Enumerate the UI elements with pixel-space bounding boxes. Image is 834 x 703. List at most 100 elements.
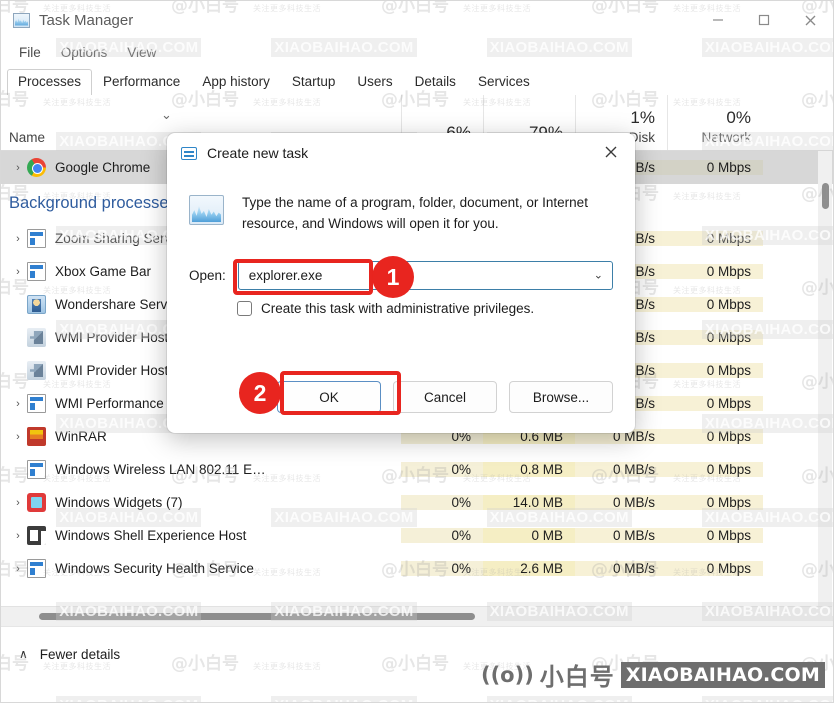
broadcast-icon: ((o)) bbox=[480, 662, 534, 687]
annotation-badge-1: 1 bbox=[372, 256, 414, 298]
dialog-close-icon[interactable] bbox=[593, 135, 629, 169]
fewer-details-label: Fewer details bbox=[39, 646, 121, 662]
wmi-icon bbox=[27, 361, 46, 380]
menu-item-options[interactable]: Options bbox=[53, 43, 116, 62]
cell-network: 0 Mbps bbox=[667, 561, 763, 576]
brand-name-cn: 小白号 bbox=[539, 663, 615, 691]
expand-chevron-icon[interactable]: › bbox=[9, 563, 27, 575]
new-task-icon bbox=[181, 146, 197, 160]
window-icon bbox=[27, 460, 46, 479]
cell-memory: 0 MB bbox=[483, 528, 575, 543]
process-name: WMI Provider Host bbox=[55, 330, 169, 345]
menu-item-view[interactable]: View bbox=[119, 43, 164, 62]
wmi-icon bbox=[27, 328, 46, 347]
open-label: Open: bbox=[189, 267, 226, 283]
wondershare-icon bbox=[27, 295, 46, 314]
tab-app-history[interactable]: App history bbox=[191, 69, 281, 95]
cell-disk: 0 MB/s bbox=[575, 561, 667, 576]
admin-privileges-checkbox[interactable] bbox=[237, 300, 252, 316]
table-row[interactable]: › Windows Wireless LAN 802.11 E… 0% 0.8 … bbox=[1, 453, 833, 486]
tab-processes[interactable]: Processes bbox=[7, 69, 93, 95]
cell-cpu: 0% bbox=[401, 495, 483, 510]
task-manager-icon bbox=[13, 12, 30, 28]
chevron-up-icon: ∧ bbox=[19, 647, 28, 661]
expand-chevron-icon[interactable]: › bbox=[9, 530, 27, 542]
menu-bar: File Options View bbox=[1, 39, 833, 65]
brand-name-en: XIAOBAIHAO.COM bbox=[620, 661, 825, 688]
cell-memory: 14.0 MB bbox=[483, 495, 575, 510]
column-pct-network: 0% bbox=[726, 108, 751, 128]
vertical-scrollbar-thumb[interactable] bbox=[822, 183, 829, 209]
process-name: WinRAR bbox=[55, 429, 107, 444]
cell-network: 0 Mbps bbox=[667, 297, 763, 312]
tab-services[interactable]: Services bbox=[467, 69, 541, 95]
process-name: WMI Provider Host bbox=[55, 363, 169, 378]
expand-chevron-icon[interactable]: › bbox=[9, 266, 27, 278]
column-header-network[interactable]: 0% Network bbox=[667, 95, 763, 150]
horizontal-scrollbar-thumb[interactable] bbox=[39, 613, 475, 620]
process-name: Google Chrome bbox=[55, 160, 151, 175]
tab-performance[interactable]: Performance bbox=[92, 69, 191, 95]
cell-cpu: 0% bbox=[401, 462, 483, 477]
cell-memory: 0.8 MB bbox=[483, 462, 575, 477]
cell-network: 0 Mbps bbox=[667, 429, 763, 444]
close-button[interactable] bbox=[787, 1, 833, 39]
expand-chevron-icon[interactable]: › bbox=[9, 398, 27, 410]
menu-item-file[interactable]: File bbox=[11, 43, 49, 62]
window-title: Task Manager bbox=[39, 11, 134, 29]
admin-privileges-row[interactable]: Create this task with administrative pri… bbox=[189, 300, 613, 316]
column-pct-disk: 1% bbox=[630, 108, 655, 128]
window-controls bbox=[695, 1, 833, 39]
tab-users[interactable]: Users bbox=[346, 69, 403, 95]
task-manager-window: Task Manager File Options View Processes… bbox=[0, 0, 834, 703]
brand-watermark: ((o)) 小白号 XIAOBAIHAO.COM bbox=[481, 657, 825, 692]
cell-disk: 0 MB/s bbox=[575, 528, 667, 543]
window-icon bbox=[27, 262, 46, 281]
chevron-down-icon[interactable]: ⌄ bbox=[594, 269, 603, 282]
cell-cpu: 0% bbox=[401, 561, 483, 576]
maximize-button[interactable] bbox=[741, 1, 787, 39]
process-name: Windows Shell Experience Host bbox=[55, 528, 247, 543]
tab-details[interactable]: Details bbox=[404, 69, 467, 95]
table-row[interactable]: › Windows Security Health Service 0% 2.6… bbox=[1, 552, 833, 585]
table-row[interactable]: › Windows Widgets (7) 0% 14.0 MB 0 MB/s … bbox=[1, 486, 833, 519]
process-name: Xbox Game Bar bbox=[55, 264, 152, 279]
dialog-description: Type the name of a program, folder, docu… bbox=[242, 195, 588, 231]
process-name: Windows Wireless LAN 802.11 E… bbox=[55, 462, 266, 477]
process-name: Windows Widgets (7) bbox=[55, 495, 183, 510]
cancel-button[interactable]: Cancel bbox=[393, 381, 497, 413]
vertical-scrollbar[interactable] bbox=[818, 151, 832, 606]
table-row[interactable]: › Windows Shell Experience Host 0% 0 MB … bbox=[1, 519, 833, 552]
minimize-button[interactable] bbox=[695, 1, 741, 39]
browse-button[interactable]: Browse... bbox=[509, 381, 613, 413]
dialog-title-bar: Create new task bbox=[167, 133, 635, 173]
expand-chevron-icon[interactable]: › bbox=[9, 497, 27, 509]
cell-disk: 0 MB/s bbox=[575, 495, 667, 510]
window-icon bbox=[27, 559, 46, 578]
chrome-icon bbox=[27, 158, 46, 177]
process-name: Windows Security Health Service bbox=[55, 561, 254, 576]
process-name: Wondershare Service bbox=[55, 297, 185, 312]
cell-network: 0 Mbps bbox=[667, 528, 763, 543]
fewer-details-button[interactable]: ∧ Fewer details bbox=[19, 647, 120, 662]
expand-chevron-icon[interactable]: › bbox=[9, 233, 27, 245]
tab-startup[interactable]: Startup bbox=[281, 69, 347, 95]
cell-network: 0 Mbps bbox=[667, 264, 763, 279]
open-combobox[interactable]: explorer.exe ⌄ bbox=[237, 260, 613, 290]
horizontal-scrollbar[interactable] bbox=[1, 606, 833, 626]
dialog-footer: OK Cancel Browse... bbox=[167, 381, 635, 433]
cell-network: 0 Mbps bbox=[667, 160, 763, 175]
window-icon bbox=[27, 394, 46, 413]
window-icon bbox=[27, 229, 46, 248]
cell-cpu: 0% bbox=[401, 528, 483, 543]
ok-button[interactable]: OK bbox=[277, 381, 381, 413]
winrar-icon bbox=[27, 427, 46, 446]
dialog-title: Create new task bbox=[207, 145, 309, 161]
tab-strip: Processes Performance App history Startu… bbox=[1, 65, 833, 95]
open-input-value[interactable]: explorer.exe bbox=[239, 268, 323, 283]
widgets-icon bbox=[27, 493, 46, 512]
expand-chevron-icon[interactable]: › bbox=[9, 431, 27, 443]
admin-privileges-label: Create this task with administrative pri… bbox=[261, 300, 535, 316]
expand-chevron-icon[interactable]: › bbox=[9, 162, 27, 174]
annotation-badge-2: 2 bbox=[239, 372, 281, 414]
